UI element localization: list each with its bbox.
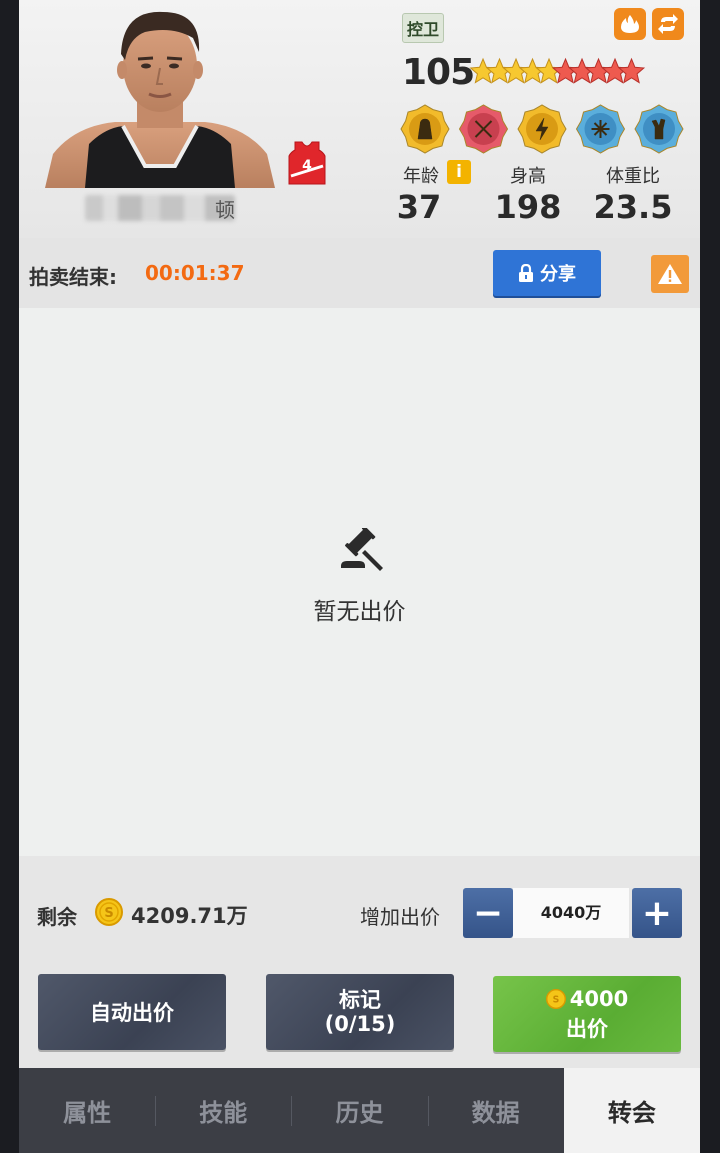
weight-ratio-label: 体重比 — [606, 166, 660, 187]
player-rating: 105 — [402, 52, 475, 93]
auction-end-label: 拍卖结束: — [29, 265, 117, 289]
tab-label: 技能 — [199, 1099, 248, 1127]
tab-bar: 属性 技能 历史 数据 转会 — [19, 1068, 700, 1153]
bid-price: 4000 — [569, 987, 629, 1011]
player-card: 顿 4 控卫 105 年龄 i 37 身高 198 体重比 23.5 拍卖结束:… — [19, 0, 700, 1153]
jersey-number-icon: 4 — [288, 141, 326, 185]
share-button[interactable]: 分享 — [493, 250, 601, 296]
mark-button[interactable]: 标记 (0/15) — [266, 974, 454, 1050]
decrease-bid-button[interactable]: − — [463, 888, 513, 938]
bid-price-row: S 4000 — [545, 984, 629, 1014]
red-star-icon — [617, 57, 646, 84]
skill-badges — [400, 104, 684, 154]
age-value: 37 — [396, 188, 442, 226]
tab-label: 属性 — [63, 1099, 112, 1127]
star-rating — [469, 57, 646, 84]
lightning-badge-icon[interactable] — [517, 104, 567, 154]
player-name: 顿 — [215, 198, 235, 222]
bid-panel: 剩余 S 4209.71万 增加出价 − 4040万 + 自动出价 标记 (0/… — [19, 856, 700, 1068]
remaining-balance: 4209.71万 — [131, 904, 248, 928]
hand-badge-icon[interactable] — [634, 104, 684, 154]
ball-badge-icon[interactable] — [458, 104, 509, 154]
remaining-label: 剩余 — [37, 905, 77, 929]
player-portrait — [45, 11, 275, 188]
height-value: 198 — [494, 188, 562, 226]
tab-attributes[interactable]: 属性 — [19, 1068, 155, 1153]
auction-timer: 00:01:37 — [145, 261, 245, 285]
web-badge-icon[interactable] — [575, 104, 626, 154]
fire-button[interactable] — [614, 8, 646, 40]
report-button[interactable] — [651, 255, 689, 293]
tab-stats[interactable]: 数据 — [427, 1068, 564, 1153]
mark-label: 标记 — [339, 988, 381, 1012]
jersey-number: 4 — [302, 158, 312, 174]
coin-icon: S — [545, 989, 566, 1009]
tab-skills[interactable]: 技能 — [155, 1068, 291, 1153]
share-label: 分享 — [540, 264, 576, 285]
fire-icon — [621, 15, 639, 33]
age-label: 年龄 — [403, 166, 439, 187]
player-silhouette-badge-icon[interactable] — [400, 104, 450, 154]
weight-ratio-value: 23.5 — [593, 188, 673, 226]
position-tag: 控卫 — [402, 13, 445, 43]
bid-label: 出价 — [566, 1017, 608, 1041]
minus-icon: − — [472, 892, 504, 934]
player-name-blurred — [85, 195, 235, 221]
auction-bar: 拍卖结束: 00:01:37 分享 — [19, 238, 700, 308]
refresh-button[interactable] — [652, 8, 684, 40]
height-label: 身高 — [510, 166, 546, 187]
auto-bid-label: 自动出价 — [90, 1001, 174, 1025]
tab-history[interactable]: 历史 — [291, 1068, 427, 1153]
place-bid-button[interactable]: S 4000 出价 — [493, 976, 681, 1052]
star-icons — [469, 57, 646, 84]
warning-icon — [658, 264, 682, 284]
lock-icon — [519, 264, 533, 282]
increase-bid-button[interactable]: + — [632, 888, 682, 938]
svg-text:S: S — [104, 906, 113, 921]
tab-transfer[interactable]: 转会 — [563, 1068, 700, 1153]
auto-bid-button[interactable]: 自动出价 — [38, 974, 226, 1050]
player-header: 顿 4 控卫 105 年龄 i 37 身高 198 体重比 23.5 — [19, 0, 700, 238]
gavel-icon — [341, 528, 383, 571]
tab-label: 数据 — [471, 1099, 520, 1127]
svg-text:S: S — [552, 995, 559, 1006]
no-bids-text: 暂无出价 — [313, 599, 406, 625]
info-icon[interactable]: i — [447, 160, 471, 184]
plus-icon: + — [641, 892, 673, 934]
bid-list: 暂无出价 — [19, 308, 700, 856]
mark-count: (0/15) — [324, 1012, 396, 1036]
refresh-icon — [658, 14, 678, 34]
coin-icon: S — [95, 898, 123, 926]
tab-label: 转会 — [607, 1099, 656, 1127]
tab-label: 历史 — [335, 1099, 384, 1127]
increase-bid-label: 增加出价 — [360, 905, 440, 929]
bid-amount-field[interactable]: 4040万 — [513, 888, 629, 938]
